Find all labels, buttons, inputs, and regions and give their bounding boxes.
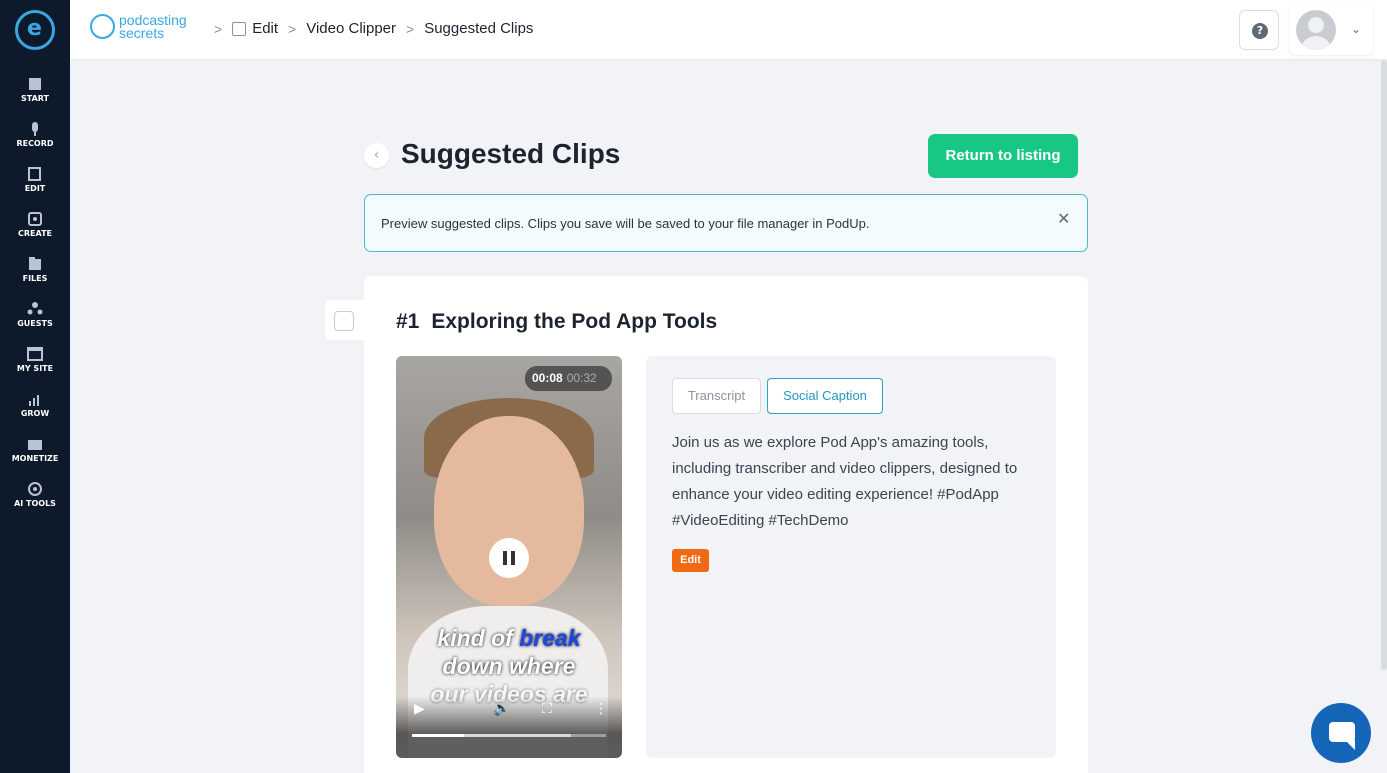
top-bar: podcasting secrets > Edit > Video Clippe… <box>70 0 1387 59</box>
return-to-listing-button[interactable]: Return to listing <box>928 134 1078 178</box>
page-scrollbar[interactable] <box>1381 60 1387 670</box>
sidebar-item-grow[interactable]: GROW <box>0 391 70 427</box>
sidebar-item-edit[interactable]: EDIT <box>0 166 70 202</box>
brand-logo[interactable]: podcasting secrets <box>90 12 200 42</box>
user-menu[interactable]: ⌄ <box>1289 2 1373 55</box>
sidebar-item-start[interactable]: START <box>0 76 70 112</box>
info-notice: Preview suggested clips. Clips you save … <box>364 194 1088 252</box>
create-icon <box>27 211 43 227</box>
start-icon <box>27 76 43 92</box>
sidebar: e START RECORD EDIT CREATE FILES GUESTS … <box>0 0 70 773</box>
breadcrumb: > Edit > Video Clipper > Suggested Clips <box>204 20 533 37</box>
play-icon[interactable]: ▶ <box>414 701 425 717</box>
sidebar-item-guests[interactable]: GUESTS <box>0 301 70 337</box>
chevron-right-icon: > <box>406 20 415 37</box>
caption-line2: down where <box>442 653 576 679</box>
breadcrumb-suggested-clips: Suggested Clips <box>424 20 534 37</box>
my-site-icon <box>27 346 43 362</box>
fullscreen-icon[interactable]: ⛶ <box>542 701 552 717</box>
more-options-icon[interactable]: ⋮ <box>594 701 608 717</box>
sidebar-item-record[interactable]: RECORD <box>0 121 70 157</box>
notice-text: Preview suggested clips. Clips you save … <box>381 216 870 231</box>
volume-icon[interactable]: 🔊 <box>493 701 510 717</box>
edit-icon <box>232 21 247 36</box>
close-icon[interactable]: ✕ <box>1057 209 1070 228</box>
monetize-icon <box>27 436 43 452</box>
chevron-right-icon: > <box>288 20 297 37</box>
caption-line1-highlight: break <box>519 625 581 651</box>
chat-icon <box>1329 722 1355 750</box>
video-progress-played <box>412 734 465 737</box>
sidebar-item-label: START <box>20 94 50 103</box>
video-time-total: 00:32 <box>566 371 597 385</box>
video-controls: ▶ 🔊 ⛶ ⋮ <box>396 696 622 758</box>
chevron-left-icon: ‹ <box>373 147 380 163</box>
help-button[interactable]: ? <box>1239 10 1279 50</box>
clip-title-text: Exploring the Pod App Tools <box>431 310 718 333</box>
social-caption-text: Join us as we explore Pod App's amazing … <box>672 434 1018 529</box>
sidebar-item-label: EDIT <box>24 184 46 193</box>
edit-icon <box>27 166 43 182</box>
pause-button[interactable] <box>489 538 529 578</box>
clip-info-panel: Transcript Social Caption Join us as we … <box>646 356 1056 758</box>
files-icon <box>27 256 43 272</box>
sidebar-item-files[interactable]: FILES <box>0 256 70 292</box>
chat-button[interactable] <box>1311 703 1371 763</box>
sidebar-item-label: GROW <box>20 409 50 418</box>
tab-social-caption[interactable]: Social Caption <box>767 378 883 414</box>
sidebar-item-label: RECORD <box>16 139 54 148</box>
clip-title: #1 Exploring the Pod App Tools <box>396 310 717 334</box>
microphone-icon <box>27 121 43 137</box>
sidebar-item-monetize[interactable]: MONETIZE <box>0 436 70 472</box>
sidebar-item-ai-tools[interactable]: AI TOOLS <box>0 481 70 517</box>
sidebar-item-label: CREATE <box>18 229 52 238</box>
app-logo[interactable]: e <box>15 10 55 50</box>
sidebar-item-my-site[interactable]: MY SITE <box>0 346 70 382</box>
video-progress-bar[interactable] <box>412 734 606 737</box>
sidebar-item-label: GUESTS <box>17 319 53 328</box>
breadcrumb-edit[interactable]: Edit <box>252 20 278 37</box>
breadcrumb-video-clipper[interactable]: Video Clipper <box>306 20 396 37</box>
help-icon: ? <box>1252 23 1268 39</box>
clip-number: #1 <box>396 310 420 333</box>
page-title: Suggested Clips <box>401 138 621 169</box>
sidebar-item-label: MONETIZE <box>11 454 59 463</box>
chevron-right-icon: > <box>214 20 223 37</box>
sidebar-item-label: AI TOOLS <box>14 499 56 508</box>
sidebar-item-label: FILES <box>22 274 48 283</box>
edit-caption-button[interactable]: Edit <box>672 549 709 572</box>
sidebar-item-create[interactable]: CREATE <box>0 211 70 247</box>
ai-tools-icon <box>27 481 43 497</box>
chevron-down-icon: ⌄ <box>1351 22 1362 36</box>
avatar <box>1296 10 1336 50</box>
page-header: ‹ Suggested Clips Return to listing <box>364 134 1078 178</box>
sidebar-item-label: MY SITE <box>16 364 54 373</box>
clip-select-wrapper <box>325 300 365 340</box>
clip-select-checkbox[interactable] <box>334 311 354 331</box>
clip-card: #1 Exploring the Pod App Tools 00:08 00:32… <box>364 276 1088 773</box>
brand-name-line2: secrets <box>119 25 165 41</box>
app-logo-glyph: e <box>27 16 42 41</box>
brand-mark-icon <box>90 14 115 39</box>
back-button[interactable]: ‹ <box>364 143 389 168</box>
caption-line1-a: kind of <box>437 625 520 651</box>
video-time: 00:08 00:32 <box>525 366 612 391</box>
guests-icon <box>27 301 43 317</box>
tab-transcript[interactable]: Transcript <box>672 378 761 414</box>
video-time-current: 00:08 <box>532 371 563 385</box>
video-player[interactable]: 00:08 00:32 kind of break down where our … <box>396 356 622 758</box>
grow-icon <box>27 391 43 407</box>
